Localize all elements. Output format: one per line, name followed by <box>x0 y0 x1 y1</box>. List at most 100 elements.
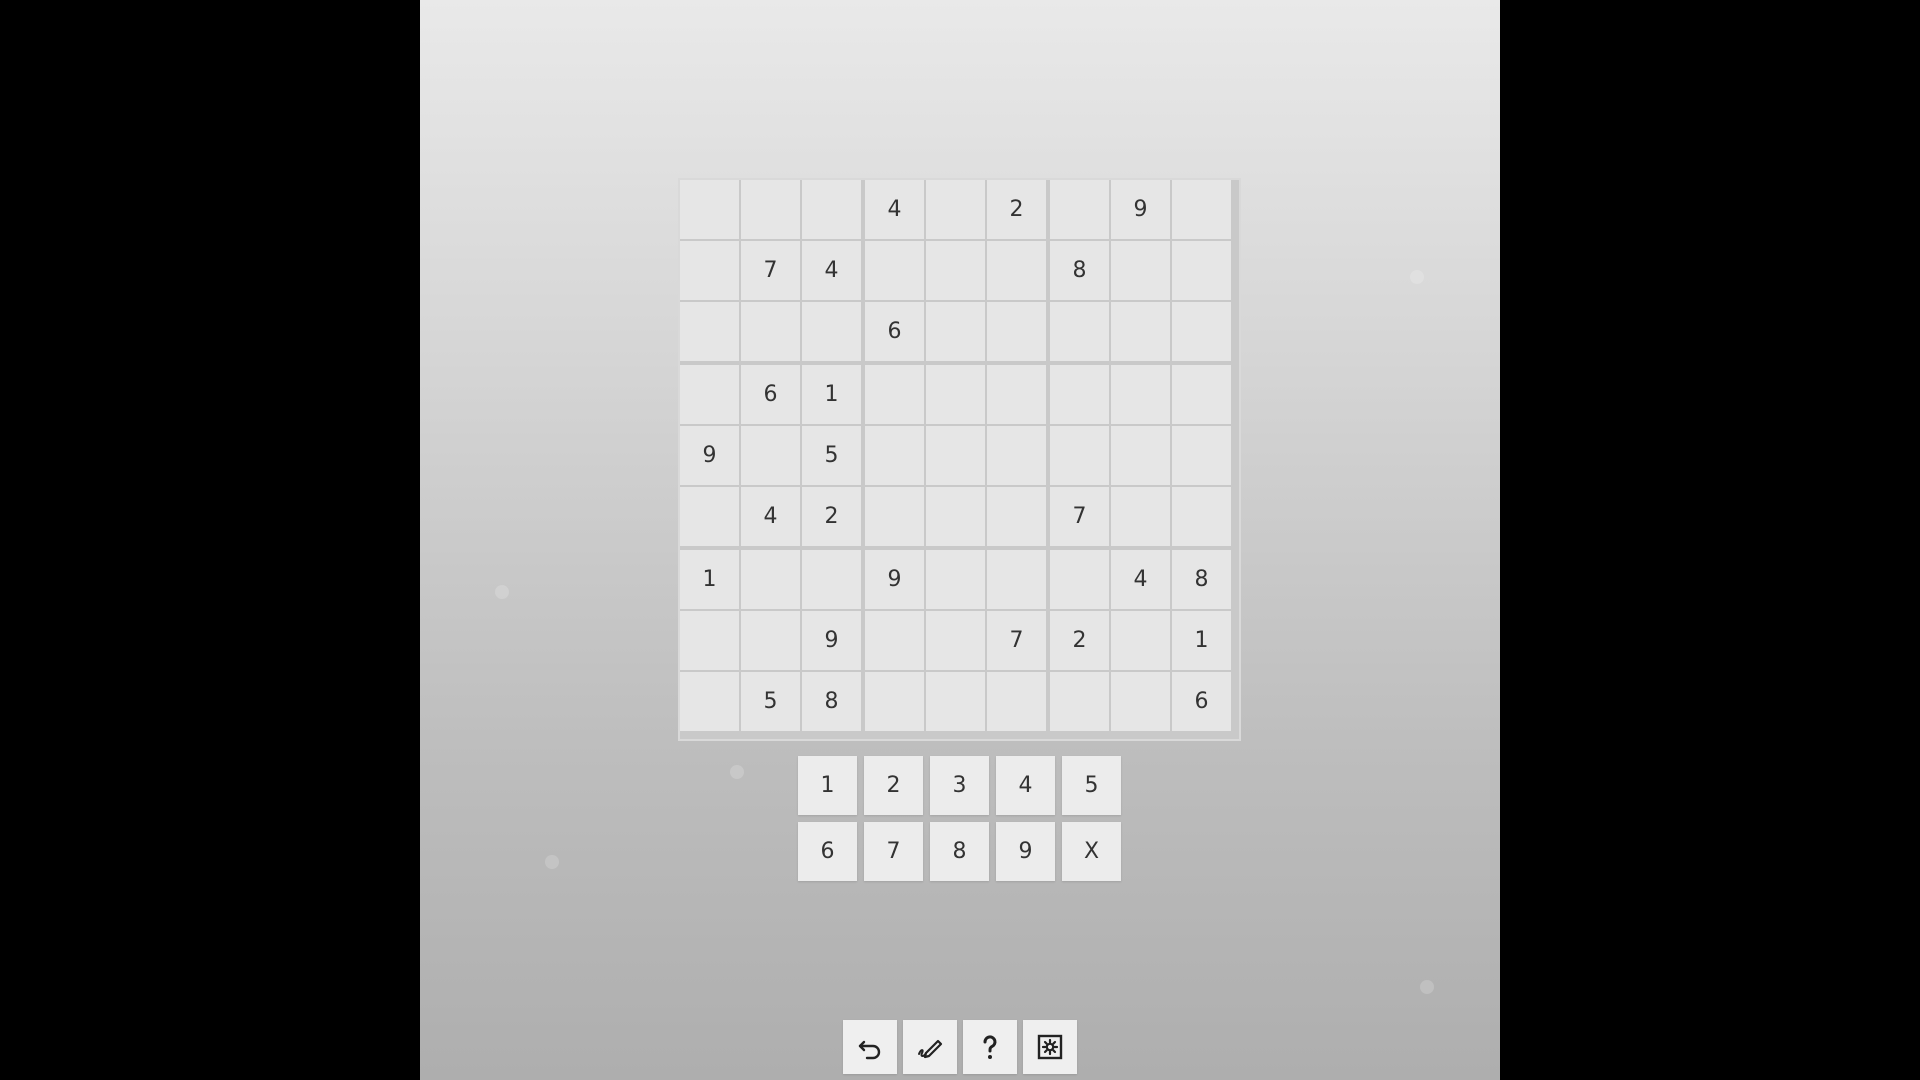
sudoku-cell[interactable] <box>865 672 924 731</box>
sudoku-cell[interactable]: 8 <box>802 672 861 731</box>
sudoku-cell[interactable] <box>680 611 739 670</box>
sudoku-cell[interactable] <box>865 487 924 546</box>
sudoku-cell[interactable]: 8 <box>1172 550 1231 609</box>
game-area: 4297486619542719489721586 123456789X <box>420 0 1500 1080</box>
sudoku-cell[interactable] <box>987 302 1046 361</box>
sudoku-cell[interactable] <box>1172 487 1231 546</box>
sudoku-cell[interactable] <box>1111 365 1170 424</box>
sudoku-cell[interactable] <box>680 487 739 546</box>
sudoku-cell[interactable] <box>741 426 800 485</box>
sudoku-cell[interactable]: 9 <box>865 550 924 609</box>
sudoku-cell[interactable] <box>741 180 800 239</box>
sudoku-cell[interactable] <box>802 180 861 239</box>
sudoku-cell[interactable]: 5 <box>741 672 800 731</box>
sudoku-cell[interactable] <box>1172 180 1231 239</box>
sudoku-cell[interactable] <box>926 550 985 609</box>
sudoku-cell[interactable] <box>865 426 924 485</box>
sudoku-cell[interactable] <box>865 611 924 670</box>
number-button-1[interactable]: 1 <box>798 756 857 815</box>
sudoku-cell[interactable]: 6 <box>741 365 800 424</box>
sudoku-cell[interactable] <box>926 487 985 546</box>
sudoku-cell[interactable] <box>741 302 800 361</box>
settings-button[interactable] <box>1023 1020 1077 1074</box>
sudoku-cell[interactable] <box>987 365 1046 424</box>
sudoku-cell[interactable] <box>1111 302 1170 361</box>
sudoku-cell[interactable] <box>926 611 985 670</box>
question-icon <box>975 1032 1005 1062</box>
sudoku-cell[interactable] <box>926 672 985 731</box>
sudoku-cell[interactable] <box>1050 180 1109 239</box>
sudoku-cell[interactable] <box>926 302 985 361</box>
sudoku-cell[interactable]: 9 <box>802 611 861 670</box>
sudoku-cell[interactable]: 4 <box>1111 550 1170 609</box>
sudoku-cell[interactable] <box>865 365 924 424</box>
sudoku-cell[interactable] <box>926 180 985 239</box>
undo-button[interactable] <box>843 1020 897 1074</box>
sudoku-cell[interactable]: 2 <box>1050 611 1109 670</box>
sudoku-cell[interactable] <box>680 302 739 361</box>
sudoku-cell[interactable] <box>1111 611 1170 670</box>
number-button-9[interactable]: 9 <box>996 822 1055 881</box>
sudoku-cell[interactable] <box>1172 241 1231 300</box>
gear-icon <box>1035 1032 1065 1062</box>
sudoku-cell[interactable] <box>1111 672 1170 731</box>
sudoku-cell[interactable] <box>680 672 739 731</box>
sudoku-cell[interactable] <box>1172 426 1231 485</box>
sudoku-cell[interactable] <box>1172 302 1231 361</box>
sudoku-cell[interactable]: 1 <box>802 365 861 424</box>
sudoku-cell[interactable]: 1 <box>1172 611 1231 670</box>
sudoku-cell[interactable]: 6 <box>865 302 924 361</box>
sudoku-cell[interactable] <box>802 550 861 609</box>
sudoku-cell[interactable] <box>926 426 985 485</box>
sudoku-cell[interactable]: 6 <box>1172 672 1231 731</box>
sudoku-cell[interactable] <box>802 302 861 361</box>
number-button-8[interactable]: 8 <box>930 822 989 881</box>
number-button-6[interactable]: 6 <box>798 822 857 881</box>
sudoku-cell[interactable]: 7 <box>741 241 800 300</box>
sudoku-cell[interactable]: 1 <box>680 550 739 609</box>
sudoku-cell[interactable] <box>926 365 985 424</box>
sudoku-cell[interactable] <box>1050 302 1109 361</box>
undo-icon <box>855 1032 885 1062</box>
sudoku-cell[interactable] <box>680 241 739 300</box>
sudoku-cell[interactable]: 4 <box>802 241 861 300</box>
sudoku-cell[interactable] <box>1172 365 1231 424</box>
sudoku-cell[interactable]: 2 <box>987 180 1046 239</box>
sudoku-cell[interactable] <box>1050 426 1109 485</box>
sudoku-cell[interactable] <box>987 426 1046 485</box>
sudoku-cell[interactable] <box>680 180 739 239</box>
sudoku-cell[interactable] <box>741 611 800 670</box>
sudoku-cell[interactable]: 4 <box>741 487 800 546</box>
sudoku-cell[interactable]: 9 <box>1111 180 1170 239</box>
sudoku-cell[interactable] <box>987 487 1046 546</box>
number-button-4[interactable]: 4 <box>996 756 1055 815</box>
sudoku-cell[interactable] <box>1050 365 1109 424</box>
sudoku-cell[interactable] <box>987 550 1046 609</box>
sudoku-cell[interactable] <box>1111 487 1170 546</box>
sudoku-cell[interactable] <box>1050 672 1109 731</box>
number-button-7[interactable]: 7 <box>864 822 923 881</box>
sudoku-cell[interactable] <box>1050 550 1109 609</box>
number-button-3[interactable]: 3 <box>930 756 989 815</box>
sudoku-cell[interactable] <box>987 672 1046 731</box>
number-button-2[interactable]: 2 <box>864 756 923 815</box>
sudoku-cell[interactable] <box>865 241 924 300</box>
sudoku-cell[interactable]: 2 <box>802 487 861 546</box>
sudoku-cell[interactable]: 7 <box>987 611 1046 670</box>
sudoku-cell[interactable]: 5 <box>802 426 861 485</box>
sudoku-cell[interactable]: 7 <box>1050 487 1109 546</box>
sudoku-cell[interactable]: 4 <box>865 180 924 239</box>
sudoku-cell[interactable] <box>926 241 985 300</box>
help-button[interactable] <box>963 1020 1017 1074</box>
sudoku-cell[interactable]: 9 <box>680 426 739 485</box>
sudoku-cell[interactable] <box>741 550 800 609</box>
number-button-5[interactable]: 5 <box>1062 756 1121 815</box>
sudoku-cell[interactable] <box>1111 426 1170 485</box>
pencil-button[interactable] <box>903 1020 957 1074</box>
sudoku-cell[interactable] <box>1111 241 1170 300</box>
sudoku-cell[interactable]: 8 <box>1050 241 1109 300</box>
sudoku-board: 4297486619542719489721586 <box>680 180 1239 739</box>
sudoku-cell[interactable] <box>987 241 1046 300</box>
erase-button[interactable]: X <box>1062 822 1121 881</box>
sudoku-cell[interactable] <box>680 365 739 424</box>
